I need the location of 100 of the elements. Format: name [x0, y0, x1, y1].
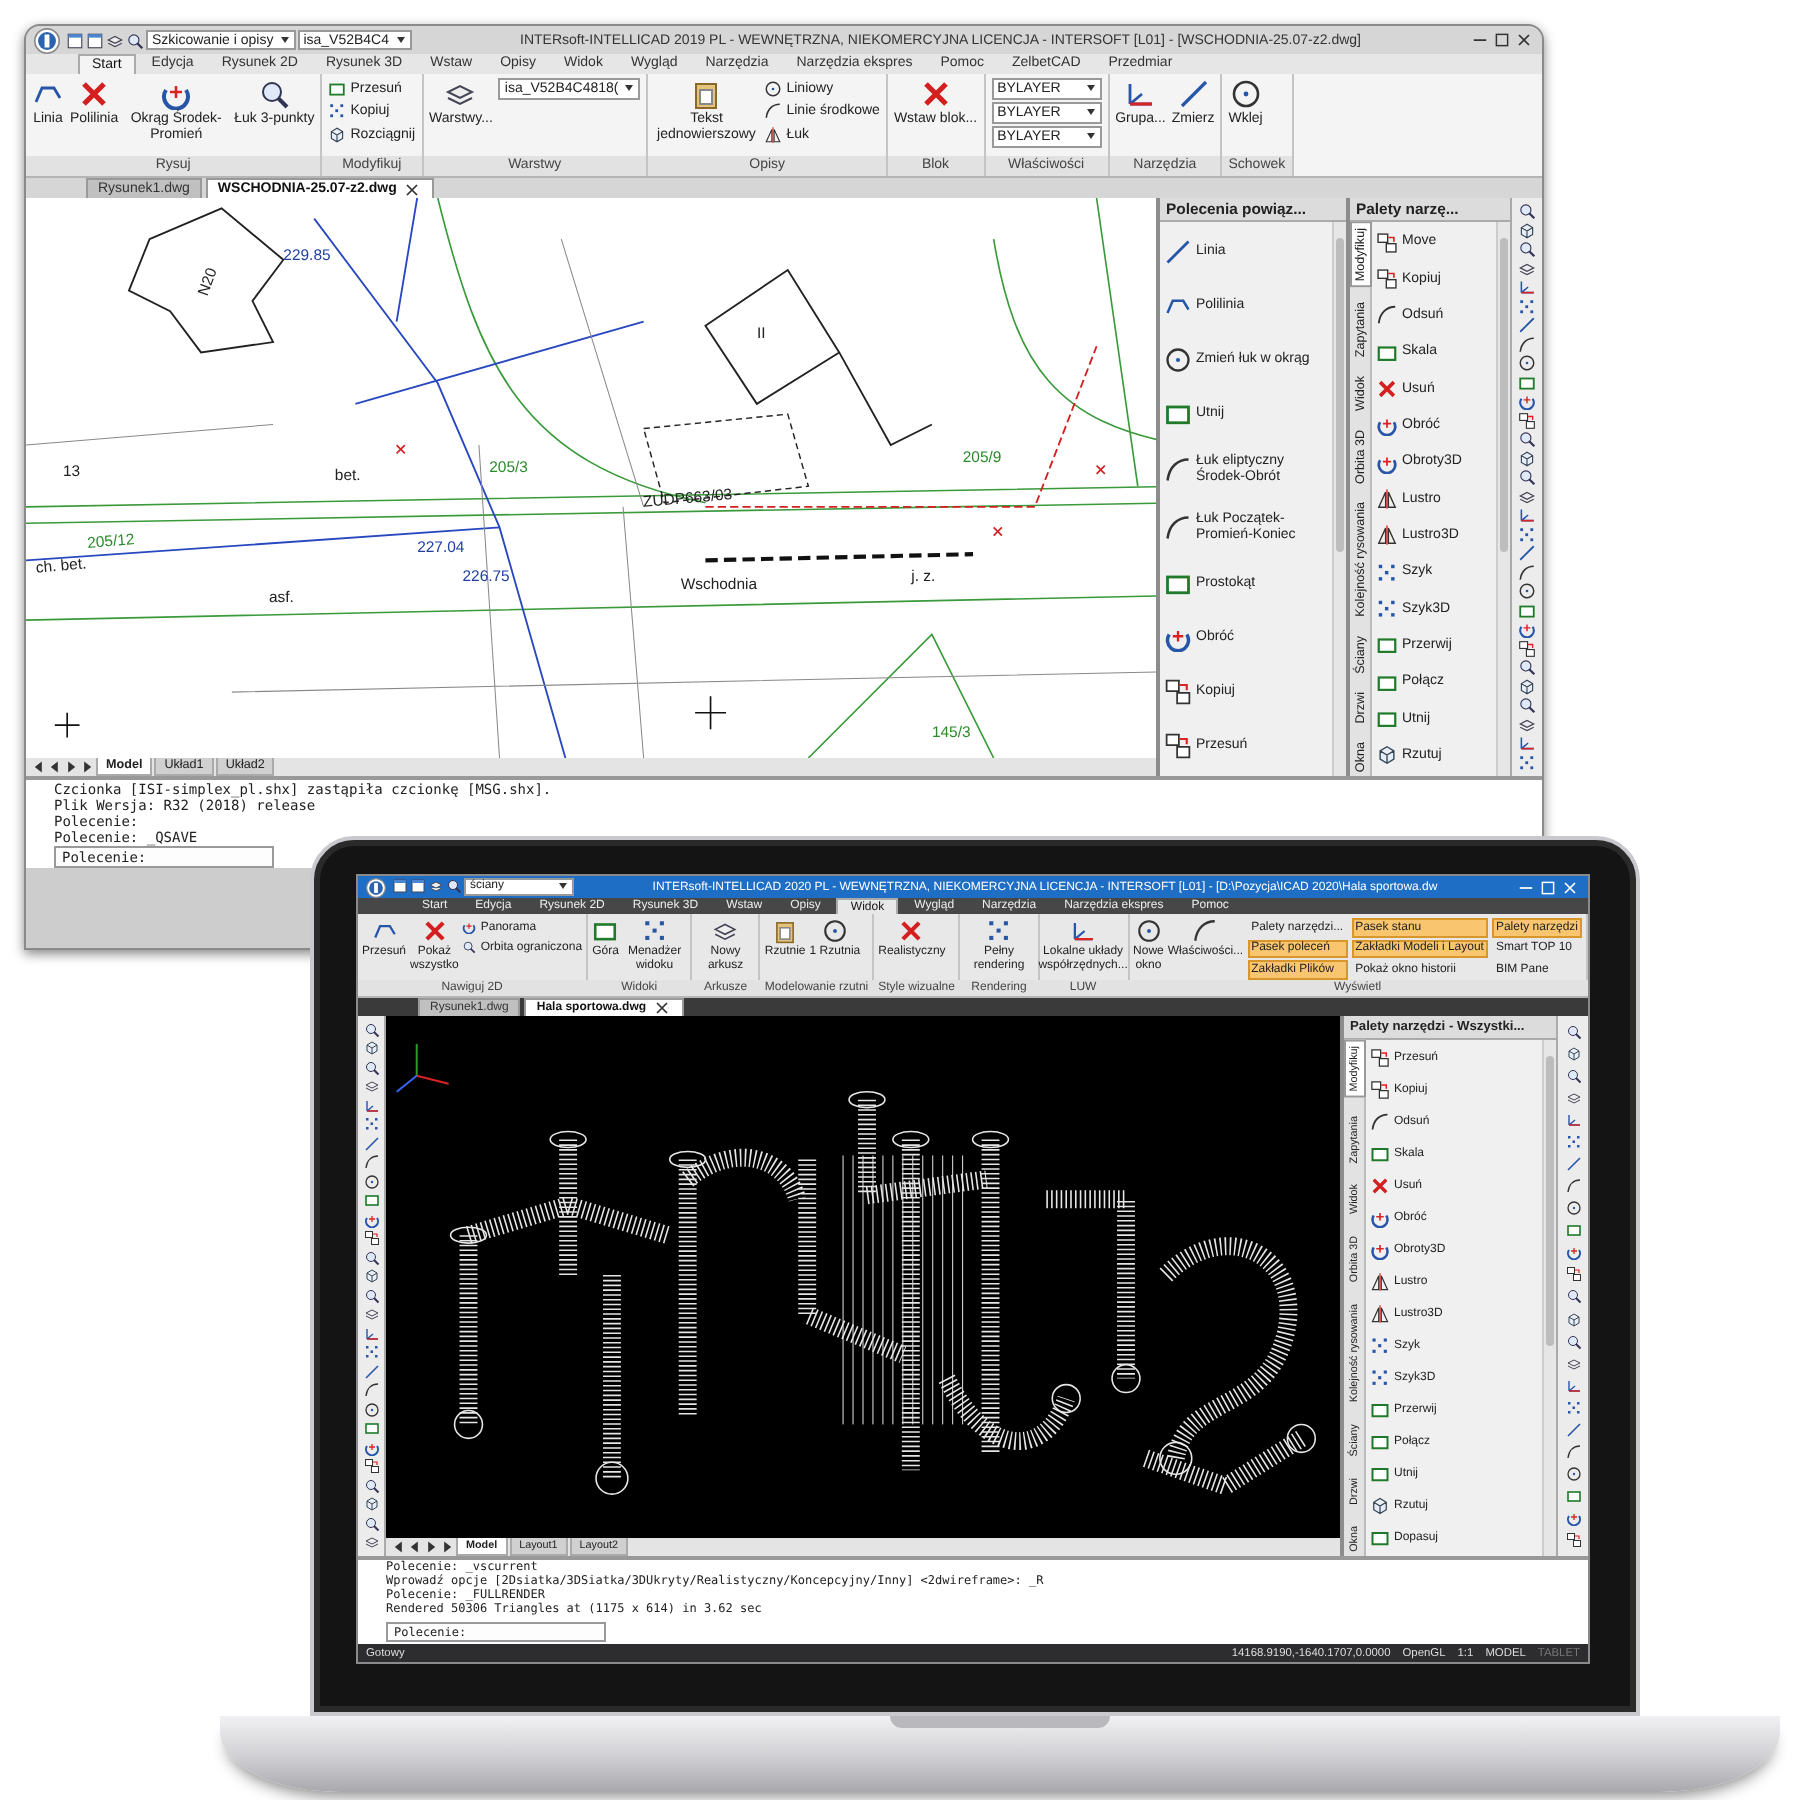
dots-grid-icon[interactable]: [363, 1116, 379, 1133]
cross-icon: [421, 918, 448, 944]
rectangle-icon[interactable]: [363, 1192, 379, 1209]
dots-grid-icon[interactable]: [1518, 525, 1536, 544]
circle-icon[interactable]: [1518, 582, 1536, 601]
layers-icon[interactable]: [1518, 487, 1536, 506]
squares-icon[interactable]: [1565, 1266, 1581, 1283]
magnifier-icon[interactable]: [1565, 1067, 1581, 1084]
rotate-arrow-icon[interactable]: [363, 1439, 379, 1456]
axes-icon[interactable]: [1518, 278, 1536, 297]
maximize-icon[interactable]: [1492, 30, 1512, 50]
squares-icon[interactable]: [1518, 639, 1536, 658]
axes-icon[interactable]: [1565, 1111, 1581, 1128]
arc-icon[interactable]: [363, 1382, 379, 1399]
diagonal-line-icon[interactable]: [1518, 544, 1536, 563]
squares-icon[interactable]: [1565, 1532, 1581, 1549]
cube-icon[interactable]: [1518, 221, 1536, 240]
magnifier-icon[interactable]: [363, 1515, 379, 1532]
window-panel-icon[interactable]: [410, 878, 426, 895]
cube-icon[interactable]: [363, 1496, 379, 1513]
layers-icon[interactable]: [1565, 1355, 1581, 1372]
window-panel-icon[interactable]: [86, 31, 104, 49]
cube-icon[interactable]: [1518, 449, 1536, 468]
arc-icon[interactable]: [1565, 1444, 1581, 1461]
magnifier-icon[interactable]: [363, 1021, 379, 1038]
layers-icon[interactable]: [428, 878, 444, 895]
cube-icon[interactable]: [1565, 1045, 1581, 1062]
axes-icon[interactable]: [363, 1325, 379, 1342]
magnifier-icon[interactable]: [1565, 1288, 1581, 1305]
rectangle-icon[interactable]: [1518, 601, 1536, 620]
arc-icon[interactable]: [1518, 563, 1536, 582]
layers-icon[interactable]: [1518, 715, 1536, 734]
circle-icon[interactable]: [363, 1173, 379, 1190]
magnifier-icon[interactable]: [126, 31, 144, 49]
magnifier-icon[interactable]: [1565, 1333, 1581, 1350]
axes-icon[interactable]: [1518, 734, 1536, 753]
cube-icon[interactable]: [1518, 677, 1536, 696]
circle-icon[interactable]: [1565, 1200, 1581, 1217]
layers-icon[interactable]: [363, 1534, 379, 1551]
close-icon[interactable]: [1514, 30, 1534, 50]
layers-icon[interactable]: [363, 1078, 379, 1095]
layers-icon[interactable]: [106, 31, 124, 49]
magnifier-icon[interactable]: [1518, 696, 1536, 715]
rotate-arrow-icon[interactable]: [1565, 1510, 1581, 1527]
cube-icon[interactable]: [363, 1268, 379, 1285]
app-logo-icon[interactable]: [366, 877, 386, 897]
squares-icon[interactable]: [1518, 411, 1536, 430]
diagonal-line-icon[interactable]: [363, 1363, 379, 1380]
rotate-arrow-icon[interactable]: [1565, 1244, 1581, 1261]
dots-grid-icon[interactable]: [1565, 1133, 1581, 1150]
squares-icon[interactable]: [363, 1458, 379, 1475]
diagonal-line-icon[interactable]: [1565, 1421, 1581, 1438]
cube-icon[interactable]: [1565, 1311, 1581, 1328]
rectangle-icon[interactable]: [1565, 1488, 1581, 1505]
diagonal-line-icon[interactable]: [363, 1135, 379, 1152]
arc-icon[interactable]: [1565, 1178, 1581, 1195]
dots-grid-icon[interactable]: [1565, 1399, 1581, 1416]
magnifier-icon[interactable]: [1518, 202, 1536, 221]
rectangle-icon[interactable]: [1518, 373, 1536, 392]
rectangle-icon[interactable]: [1565, 1222, 1581, 1239]
window-panel-icon[interactable]: [392, 878, 408, 895]
magnifier-icon[interactable]: [446, 878, 462, 895]
diagonal-line-icon[interactable]: [1518, 316, 1536, 335]
magnifier-icon[interactable]: [1565, 1023, 1581, 1040]
window-panel-icon[interactable]: [66, 31, 84, 49]
app-logo-icon[interactable]: [34, 27, 60, 53]
squares-icon[interactable]: [363, 1230, 379, 1247]
layers-icon[interactable]: [1565, 1089, 1581, 1106]
close-icon[interactable]: [402, 179, 423, 199]
rotate-arrow-icon[interactable]: [363, 1211, 379, 1228]
layers-icon[interactable]: [1518, 259, 1536, 278]
axes-icon[interactable]: [1518, 506, 1536, 525]
arc-icon: [1164, 456, 1192, 485]
axes-icon[interactable]: [363, 1097, 379, 1114]
rotate-arrow-icon[interactable]: [1518, 620, 1536, 639]
magnifier-icon[interactable]: [363, 1249, 379, 1266]
magnifier-icon[interactable]: [363, 1477, 379, 1494]
cube-icon[interactable]: [363, 1040, 379, 1057]
dots-grid-icon[interactable]: [1518, 297, 1536, 316]
rectangle-icon[interactable]: [363, 1420, 379, 1437]
circle-icon[interactable]: [1565, 1466, 1581, 1483]
dots-grid-icon[interactable]: [363, 1344, 379, 1361]
layers-icon[interactable]: [363, 1306, 379, 1323]
magnifier-icon[interactable]: [363, 1059, 379, 1076]
diagonal-line-icon[interactable]: [1565, 1156, 1581, 1172]
magnifier-icon[interactable]: [1518, 430, 1536, 449]
rectangle-icon: [1164, 400, 1192, 429]
dots-grid-icon[interactable]: [1518, 753, 1536, 772]
circle-icon[interactable]: [363, 1401, 379, 1418]
magnifier-icon[interactable]: [1518, 658, 1536, 677]
close-icon[interactable]: [652, 998, 673, 1018]
arc-icon[interactable]: [363, 1154, 379, 1171]
magnifier-icon[interactable]: [1518, 468, 1536, 487]
magnifier-icon[interactable]: [363, 1287, 379, 1304]
arc-icon: [1370, 1112, 1390, 1132]
rotate-arrow-icon[interactable]: [1518, 392, 1536, 411]
arc-icon[interactable]: [1518, 335, 1536, 354]
circle-icon[interactable]: [1518, 354, 1536, 373]
axes-icon[interactable]: [1565, 1377, 1581, 1394]
magnifier-icon[interactable]: [1518, 240, 1536, 259]
